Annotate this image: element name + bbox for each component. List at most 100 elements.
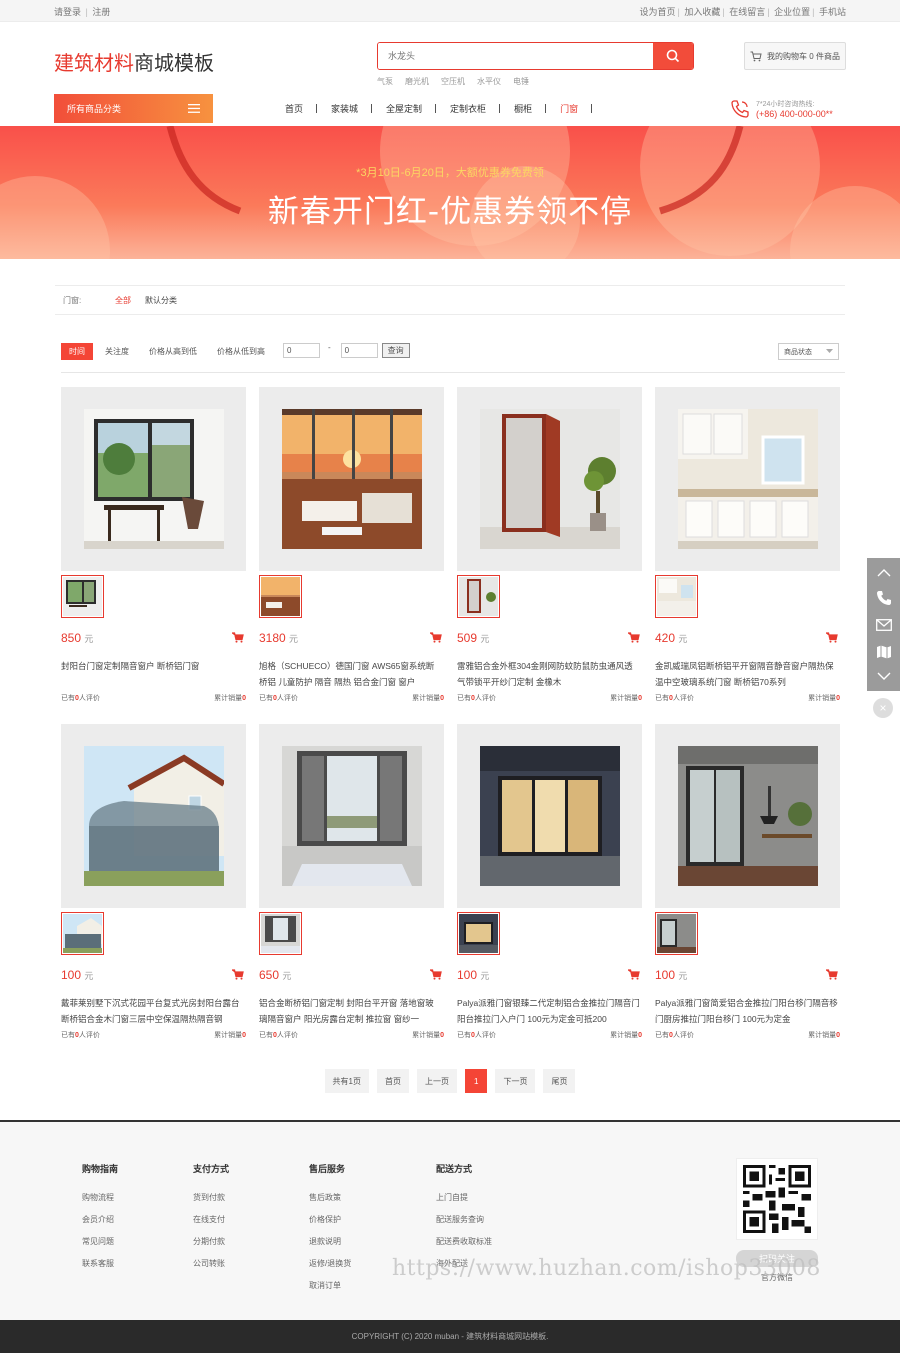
product-thumbnail[interactable] [61,912,104,955]
product-image[interactable] [259,724,444,908]
add-to-cart-icon[interactable] [430,969,442,980]
phone-icon[interactable] [876,590,892,606]
product-thumbnail[interactable] [259,575,302,618]
chevron-down-icon[interactable] [877,672,891,681]
page-current[interactable]: 1 [465,1069,488,1093]
product-thumbnail[interactable] [655,575,698,618]
product-thumbnail[interactable] [655,912,698,955]
site-logo[interactable]: 建筑材料商城模板 [54,47,214,76]
product-card[interactable]: 100 元 Palya派雅门窗简爱铝合金推拉门阳台移门隔音移门厨房推拉门阳台移门… [655,724,840,1061]
page-first[interactable]: 首页 [377,1069,409,1093]
footer-link[interactable]: 常见问题 [82,1237,114,1246]
all-categories-button[interactable]: 所有商品分类 [54,94,213,123]
mail-icon[interactable] [875,619,892,632]
product-image[interactable] [655,387,840,571]
product-image[interactable] [61,724,246,908]
product-image[interactable] [655,724,840,908]
add-favorite-link[interactable]: 加入收藏 [684,7,720,17]
product-name[interactable]: 铝合金断桥铝门窗定制 封阳台平开窗 落地窗玻璃隔音窗户 阳光房露台定制 推拉窗 … [259,995,442,1027]
product-name[interactable]: 旭格（SCHUECO）德国门窗 AWS65窗系统断桥铝 儿童防护 隔音 隔热 铝… [259,658,442,690]
footer-link[interactable]: 配送费收取标准 [436,1237,492,1246]
footer-link[interactable]: 在线支付 [193,1215,225,1224]
product-image[interactable] [457,724,642,908]
price-max-input[interactable]: 0 [340,343,378,358]
nav-item-whole-house[interactable]: 全屋定制 [372,102,437,115]
product-image[interactable] [61,387,246,571]
add-to-cart-icon[interactable] [628,632,640,643]
mobile-site-link[interactable]: 手机站 [819,7,846,17]
page-next[interactable]: 下一页 [495,1069,536,1093]
nav-item-cabinet[interactable]: 橱柜 [500,102,547,115]
add-to-cart-icon[interactable] [826,969,838,980]
hotword[interactable]: 水平仪 [477,76,501,87]
filter-option-all[interactable]: 全部 [115,295,131,306]
nav-item-home-decor[interactable]: 家装城 [317,102,373,115]
chevron-up-icon[interactable] [877,568,891,577]
product-card[interactable]: 3180 元 旭格（SCHUECO）德国门窗 AWS65窗系统断桥铝 儿童防护 … [259,387,444,724]
price-min-input[interactable]: 0 [283,343,320,358]
footer-link[interactable]: 上门自提 [436,1193,468,1202]
footer-link[interactable]: 价格保护 [309,1215,341,1224]
search-button[interactable] [653,43,693,69]
close-icon[interactable]: × [873,698,893,718]
filter-option-default[interactable]: 默认分类 [145,295,177,306]
product-thumbnail[interactable] [61,575,104,618]
page-last[interactable]: 尾页 [543,1069,576,1093]
product-image[interactable] [457,387,642,571]
sort-price-asc[interactable]: 价格从低到高 [209,343,273,360]
product-card[interactable]: 100 元 戴菲莱别墅下沉式花园平台复式光房封阳台露台断桥铝合金木门窗三层中空保… [61,724,246,1061]
nav-item-home[interactable]: 首页 [271,102,318,115]
product-thumbnail[interactable] [457,912,500,955]
product-name[interactable]: 金凯威瑞凤铝断桥铝平开窗隔音静音窗户隔热保温中空玻璃系统门窗 断桥铝70系列 [655,658,838,690]
footer-link[interactable]: 联系客服 [82,1259,114,1268]
set-homepage-link[interactable]: 设为首页 [639,7,675,17]
footer-link[interactable]: 分期付款 [193,1237,225,1246]
footer-link[interactable]: 配送服务查询 [436,1215,484,1224]
map-icon[interactable] [876,645,892,659]
add-to-cart-icon[interactable] [430,632,442,643]
product-name[interactable]: 封阳台门窗定制隔音窗户 断桥铝门窗 [61,658,244,690]
add-to-cart-icon[interactable] [232,969,244,980]
footer-link[interactable]: 返修/退换货 [309,1259,351,1268]
footer-link[interactable]: 会员介绍 [82,1215,114,1224]
query-button[interactable]: 查询 [381,343,410,358]
footer-link[interactable]: 货到付款 [193,1193,225,1202]
hotword[interactable]: 气泵 [377,76,393,87]
product-thumbnail[interactable] [259,912,302,955]
register-link[interactable]: 注册 [92,7,110,17]
hotword[interactable]: 磨光机 [405,76,429,87]
nav-item-doors-windows[interactable]: 门窗 [546,102,593,115]
product-name[interactable]: Palya派雅门窗简爱铝合金推拉门阳台移门隔音移门厨房推拉门阳台移门 100元为… [655,995,838,1027]
nav-item-wardrobe[interactable]: 定制衣柜 [436,102,501,115]
sort-price-desc[interactable]: 价格从高到低 [141,343,205,360]
online-message-link[interactable]: 在线留言 [729,7,765,17]
product-card[interactable]: 650 元 铝合金断桥铝门窗定制 封阳台平开窗 落地窗玻璃隔音窗户 阳光房露台定… [259,724,444,1061]
product-name[interactable]: 戴菲莱别墅下沉式花园平台复式光房封阳台露台断桥铝合金木门窗三层中空保温隔热隔音钢 [61,995,244,1027]
footer-link[interactable]: 售后政策 [309,1193,341,1202]
login-link[interactable]: 请登录 [54,7,81,17]
product-thumbnail[interactable] [457,575,500,618]
footer-link[interactable]: 取消订单 [309,1281,341,1290]
add-to-cart-icon[interactable] [826,632,838,643]
company-location-link[interactable]: 企业位置 [774,7,810,17]
sort-time[interactable]: 时间 [61,343,93,360]
product-name[interactable]: 雷雅铝合金外框304金刚网防蚊防鼠防虫通风透气带锁平开纱门定制 金橡木 [457,658,640,690]
sort-attention[interactable]: 关注度 [97,343,137,360]
add-to-cart-icon[interactable] [628,969,640,980]
footer-link[interactable]: 公司转账 [193,1259,225,1268]
product-card[interactable]: 509 元 雷雅铝合金外框304金刚网防蚊防鼠防虫通风透气带锁平开纱门定制 金橡… [457,387,642,724]
product-status-select[interactable]: 商品状态 [778,343,839,360]
cart-button[interactable]: 我的购物车 0 件商品 [744,42,846,70]
search-input[interactable] [378,43,653,69]
product-card[interactable]: 100 元 Palya派雅门窗银臻二代定制铝合金推拉门隔音门阳台推拉门入户门 1… [457,724,642,1061]
add-to-cart-icon[interactable] [232,632,244,643]
footer-link[interactable]: 退款说明 [309,1237,341,1246]
product-name[interactable]: Palya派雅门窗银臻二代定制铝合金推拉门隔音门阳台推拉门入户门 100元为定金… [457,995,640,1027]
hotword[interactable]: 空压机 [441,76,465,87]
footer-link[interactable]: 购物流程 [82,1193,114,1202]
hotword[interactable]: 电锤 [513,76,529,87]
product-card[interactable]: 420 元 金凯威瑞凤铝断桥铝平开窗隔音静音窗户隔热保温中空玻璃系统门窗 断桥铝… [655,387,840,724]
page-prev[interactable]: 上一页 [417,1069,457,1093]
product-image[interactable] [259,387,444,571]
product-card[interactable]: 850 元 封阳台门窗定制隔音窗户 断桥铝门窗 已有0人评价 累计销量0 [61,387,246,724]
